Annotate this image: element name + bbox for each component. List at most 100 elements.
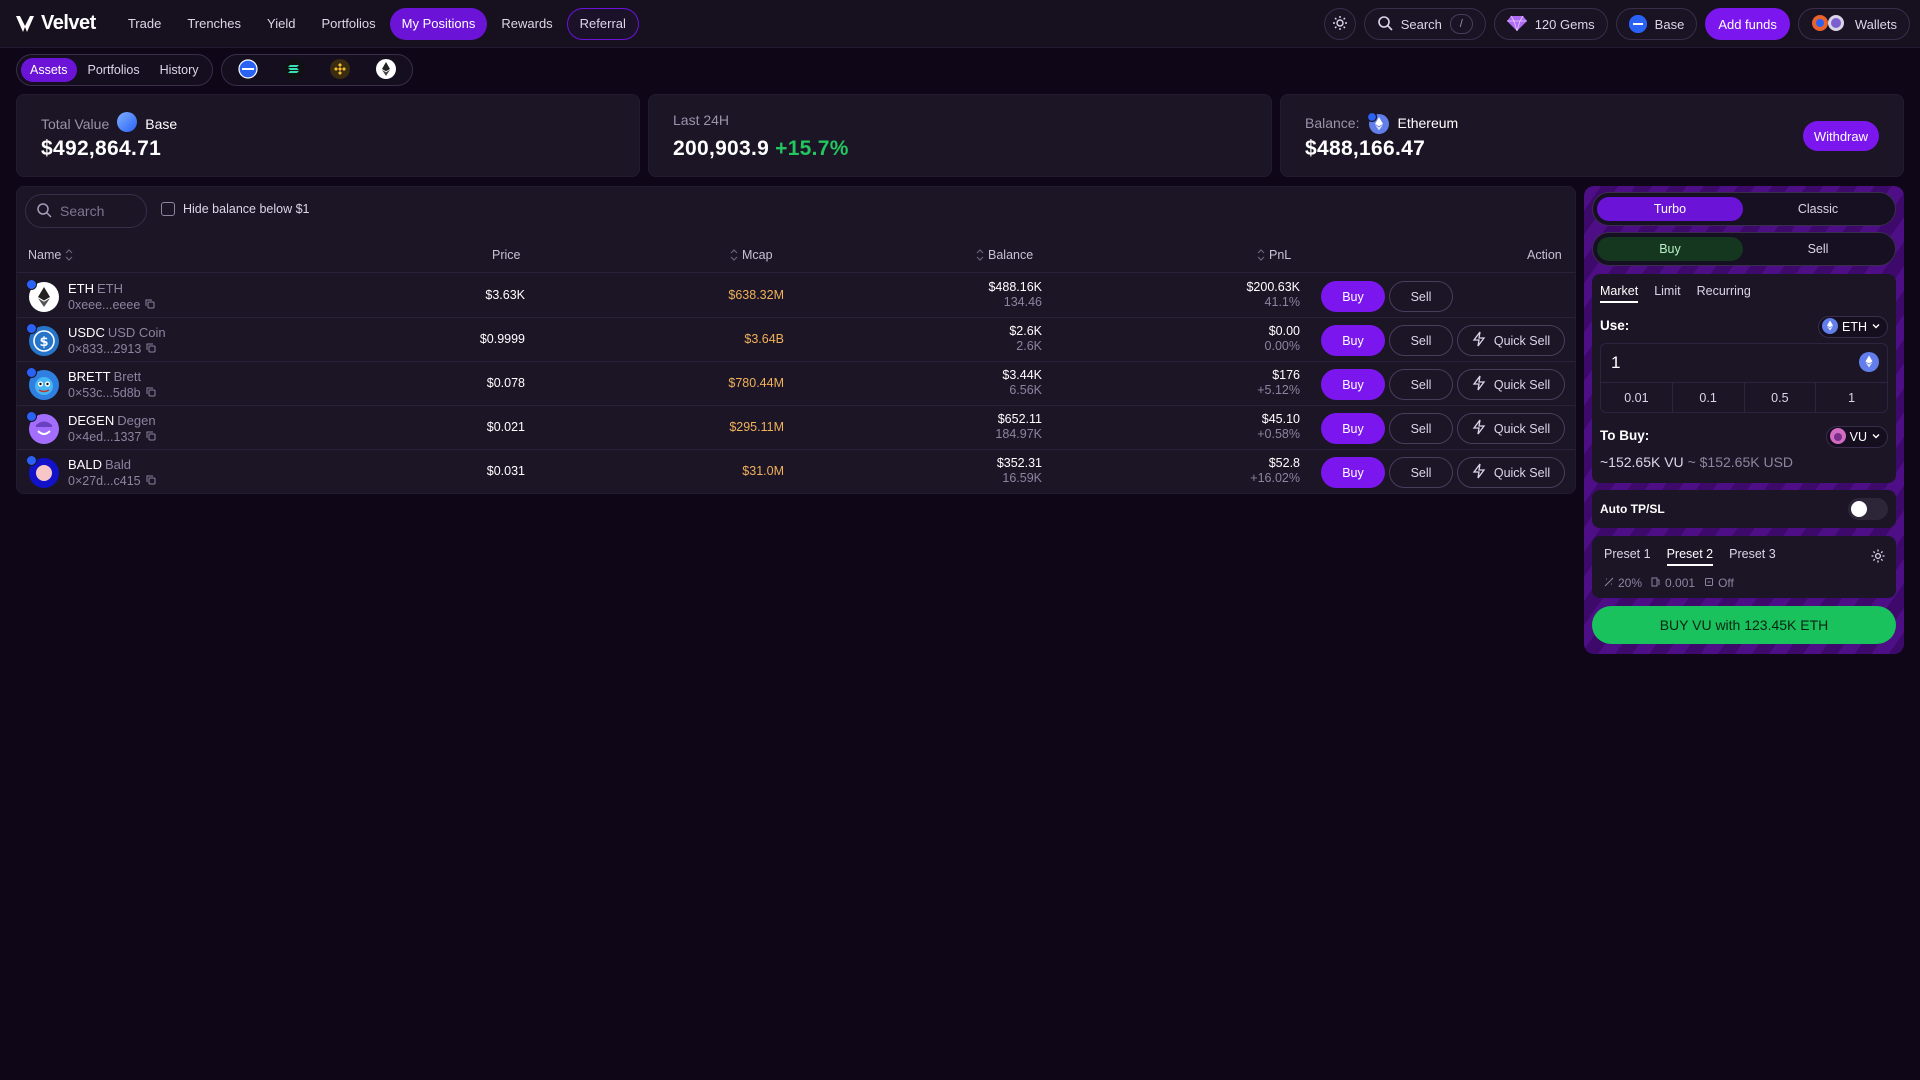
order-type-tabs: Market Limit Recurring: [1600, 284, 1751, 303]
buy-button[interactable]: Buy: [1321, 369, 1385, 400]
token-symbol: BRETT: [68, 369, 111, 384]
theme-toggle-button[interactable]: [1323, 8, 1356, 40]
quick-amount-option[interactable]: 0.5: [1745, 383, 1817, 412]
sell-button[interactable]: Sell: [1389, 281, 1453, 312]
quick-sell-button[interactable]: Quick Sell: [1457, 413, 1565, 444]
nav-referral[interactable]: Referral: [566, 7, 639, 40]
token-name: BALD Bald: [68, 457, 131, 472]
buy-button[interactable]: Buy: [1321, 281, 1385, 312]
quick-sell-label: Quick Sell: [1493, 377, 1551, 392]
sell-button[interactable]: Sell: [1389, 369, 1453, 400]
mode-turbo[interactable]: Turbo: [1597, 197, 1743, 221]
copy-icon[interactable]: [146, 474, 156, 488]
preset-tab-3[interactable]: Preset 3: [1729, 547, 1776, 566]
mev-value: Off: [1718, 576, 1734, 590]
buy-button[interactable]: Buy: [1321, 457, 1385, 488]
sell-button[interactable]: Sell: [1389, 457, 1453, 488]
pnl-usd-cell: $176: [1272, 368, 1300, 382]
logo-text: Velvet: [41, 12, 96, 34]
tab-portfolios[interactable]: Portfolios: [79, 58, 149, 82]
mcap-cell: $638.32M: [728, 288, 784, 302]
nav-trenches[interactable]: Trenches: [175, 8, 253, 40]
amount-input[interactable]: 1: [1611, 353, 1620, 373]
balance-amount-cell: 6.56K: [1009, 383, 1042, 397]
wallets-button[interactable]: Wallets: [1797, 8, 1910, 40]
balance-label-row: Balance: Ethereum: [1305, 111, 1459, 134]
chain-filter-ethereum[interactable]: [364, 58, 408, 82]
side-toggle: Buy Sell: [1592, 232, 1896, 266]
logo[interactable]: Velvet: [15, 12, 96, 35]
quick-sell-button[interactable]: Quick Sell: [1457, 457, 1565, 488]
mode-classic[interactable]: Classic: [1745, 197, 1891, 221]
total-value-chain: Base: [145, 115, 178, 132]
tab-assets[interactable]: Assets: [21, 58, 77, 82]
table-row[interactable]: $ USDC USD Coin 0×833...2913 $0.9999 $3.6…: [17, 318, 1575, 362]
presets-section: Preset 1 Preset 2 Preset 3 20% 0.001 Off: [1592, 536, 1896, 598]
auto-tpsl-toggle[interactable]: [1848, 498, 1888, 520]
col-balance-header[interactable]: Balance: [976, 248, 1033, 262]
estimate-amount: ~152.65K VU: [1600, 454, 1684, 470]
view-tabs: Assets Portfolios History: [16, 54, 213, 86]
nav-my-positions[interactable]: My Positions: [389, 7, 488, 40]
auto-tpsl-label: Auto TP/SL: [1600, 502, 1665, 516]
tab-limit[interactable]: Limit: [1654, 284, 1680, 303]
side-buy[interactable]: Buy: [1597, 237, 1743, 261]
quick-amount-option[interactable]: 0.01: [1601, 383, 1673, 412]
hide-small-balance-toggle[interactable]: Hide balance below $1: [161, 202, 309, 216]
gear-icon[interactable]: [1870, 548, 1886, 567]
quick-sell-button[interactable]: Quick Sell: [1457, 369, 1565, 400]
preset-tab-1[interactable]: Preset 1: [1604, 547, 1651, 566]
quick-amount-option[interactable]: 1: [1816, 383, 1887, 412]
chain-filter-bnb[interactable]: [318, 58, 362, 82]
table-row[interactable]: DEGEN Degen 0×4ed...1337 $0.021 $295.11M …: [17, 406, 1575, 450]
network-selector[interactable]: Base: [1615, 8, 1698, 40]
nav-portfolios[interactable]: Portfolios: [309, 8, 387, 40]
nav-yield[interactable]: Yield: [255, 8, 307, 40]
withdraw-button[interactable]: Withdraw: [1802, 121, 1879, 151]
buy-button[interactable]: Buy: [1321, 325, 1385, 356]
col-mcap-header[interactable]: Mcap: [730, 248, 773, 262]
copy-icon[interactable]: [146, 430, 156, 444]
pnl-usd-cell: $0.00: [1268, 324, 1300, 338]
col-pnl-header[interactable]: PnL: [1257, 248, 1291, 262]
amount-field[interactable]: 1 0.01 0.1 0.5 1: [1600, 343, 1888, 413]
pnl-pct-cell: 0.00%: [1264, 339, 1300, 353]
hide-small-balance-label: Hide balance below $1: [183, 202, 310, 216]
chain-filter-solana[interactable]: [272, 58, 316, 82]
copy-icon[interactable]: [146, 342, 156, 356]
col-name-header[interactable]: Name: [28, 248, 73, 262]
quick-sell-button[interactable]: Quick Sell: [1457, 325, 1565, 356]
submit-buy-button[interactable]: BUY VU with 123.45K ETH: [1592, 606, 1896, 644]
col-price-header[interactable]: Price: [492, 248, 520, 262]
use-token-select[interactable]: ETH: [1818, 316, 1888, 338]
quick-amount-option[interactable]: 0.1: [1673, 383, 1745, 412]
tab-market[interactable]: Market: [1600, 284, 1639, 303]
hide-small-balance-checkbox[interactable]: [161, 202, 175, 216]
sell-button[interactable]: Sell: [1389, 413, 1453, 444]
buy-button[interactable]: Buy: [1321, 413, 1385, 444]
token-name: DEGEN Degen: [68, 413, 156, 428]
wallets-label: Wallets: [1854, 16, 1897, 32]
nav-trade[interactable]: Trade: [116, 8, 173, 40]
global-search-button[interactable]: Search /: [1363, 8, 1486, 40]
table-row[interactable]: ETH ETH 0xeee...eeee $3.63K $638.32M $488…: [17, 274, 1575, 318]
side-sell[interactable]: Sell: [1745, 237, 1891, 261]
nav-rewards[interactable]: Rewards: [489, 8, 564, 40]
chevron-down-icon: [1871, 320, 1881, 334]
assets-search-input[interactable]: Search: [25, 194, 147, 228]
tab-recurring[interactable]: Recurring: [1697, 284, 1751, 303]
table-row[interactable]: BRETT Brett 0×53c...5d8b $0.078 $780.44M …: [17, 362, 1575, 406]
gems-button[interactable]: 120 Gems: [1493, 8, 1608, 40]
last-24h-card: Last 24H 200,903.9 +15.7%: [648, 94, 1272, 177]
to-buy-token-select[interactable]: VU: [1825, 426, 1888, 448]
tab-history[interactable]: History: [151, 58, 208, 82]
preset-tab-2[interactable]: Preset 2: [1666, 547, 1714, 566]
add-funds-button[interactable]: Add funds: [1705, 8, 1790, 40]
table-row[interactable]: BALD Bald 0×27d...c415 $0.031 $31.0M $352…: [17, 450, 1575, 494]
copy-icon[interactable]: [146, 386, 156, 400]
chain-filter-base[interactable]: [226, 58, 270, 82]
sell-button[interactable]: Sell: [1389, 325, 1453, 356]
copy-icon[interactable]: [145, 298, 155, 312]
balance-chain: Ethereum: [1397, 115, 1459, 131]
col-name-label: Name: [28, 248, 62, 262]
